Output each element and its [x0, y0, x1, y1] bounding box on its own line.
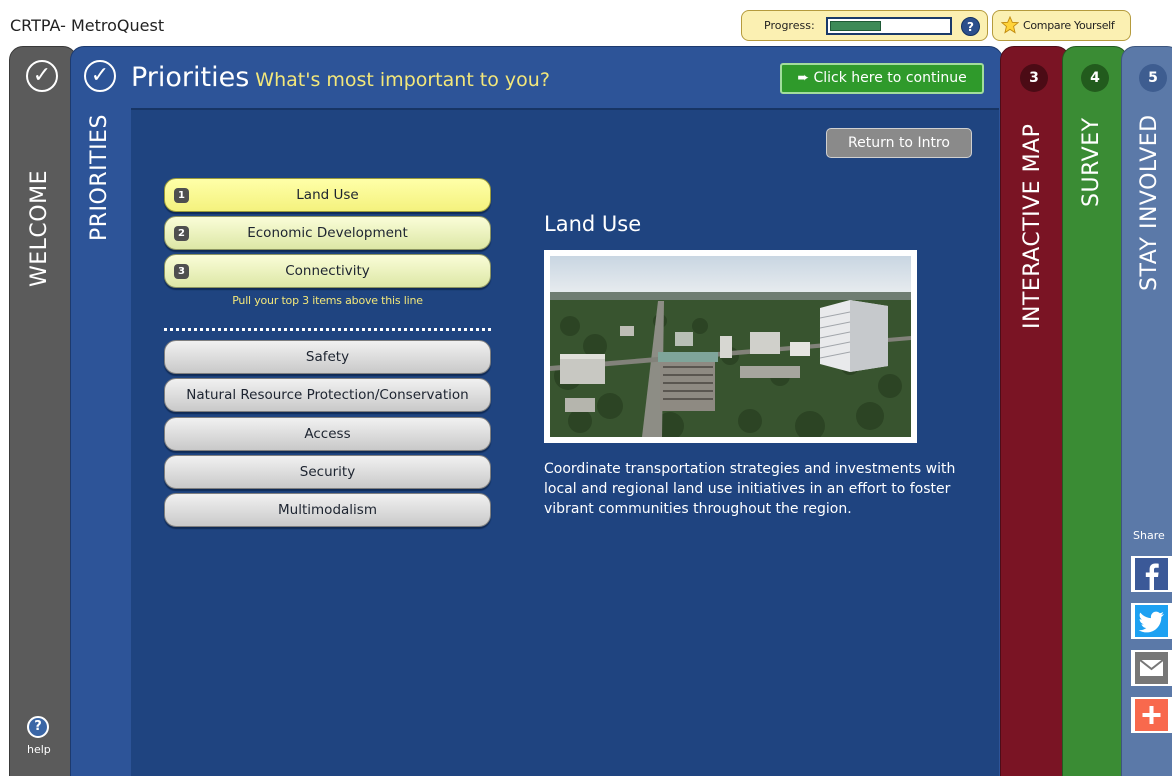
pull-note: Pull your top 3 items above this line — [232, 294, 423, 307]
tab-survey[interactable]: 4 SURVEY — [1062, 46, 1128, 776]
progress-bar — [826, 17, 952, 35]
tab-welcome[interactable]: ✓ WELCOME ? help — [9, 46, 77, 776]
facebook-share-button[interactable] — [1131, 556, 1172, 592]
priority-item-connectivity[interactable]: 3 Connectivity — [164, 254, 491, 288]
app-title: CRTPA- MetroQuest — [10, 16, 165, 35]
check-icon: ✓ — [84, 60, 116, 92]
envelope-icon — [1135, 652, 1168, 684]
aerial-city-image — [550, 256, 911, 441]
tab-interactive-map[interactable]: 3 INTERACTIVE MAP — [1000, 46, 1070, 776]
page-subtitle: What's most important to you? — [255, 69, 550, 91]
progress-widget: Progress: ? — [741, 10, 988, 41]
priority-item-land-use[interactable]: 1 Land Use — [164, 178, 491, 212]
compare-yourself-button[interactable]: Compare Yourself — [992, 10, 1131, 41]
check-icon: ✓ — [26, 60, 58, 92]
compare-yourself-label: Compare Yourself — [1023, 19, 1115, 32]
tab-stay-involved-label: STAY INVOLVED — [1137, 114, 1162, 291]
app-window: CRTPA- MetroQuest Progress: ? Compare Yo… — [0, 0, 1172, 776]
page-title: Priorities What's most important to you? — [131, 62, 550, 93]
tab-priorities-label: PRIORITIES — [87, 114, 112, 241]
help-icon[interactable]: ? — [961, 17, 980, 36]
continue-button[interactable]: ➨ Click here to continue — [780, 63, 984, 94]
share-label: Share — [1133, 529, 1165, 542]
step-number-badge: 5 — [1139, 64, 1167, 92]
continue-label: Click here to continue — [813, 70, 967, 86]
priority-item-security[interactable]: Security — [164, 455, 491, 489]
rank-badge: 2 — [174, 226, 189, 241]
top-three-divider — [164, 328, 491, 331]
detail-title: Land Use — [544, 212, 642, 236]
step-number-badge: 4 — [1081, 64, 1109, 92]
priority-item-access[interactable]: Access — [164, 417, 491, 451]
tab-survey-label: SURVEY — [1079, 117, 1104, 207]
facebook-icon — [1135, 558, 1168, 590]
detail-description: Coordinate transportation strategies and… — [544, 461, 956, 517]
priority-label: Land Use — [296, 187, 359, 203]
detail-photo — [544, 250, 917, 443]
twitter-share-button[interactable] — [1131, 603, 1172, 639]
priority-label: Connectivity — [285, 263, 370, 279]
tab-welcome-label: WELCOME — [27, 170, 52, 287]
star-icon — [1001, 16, 1019, 34]
email-share-button[interactable] — [1131, 650, 1172, 686]
priority-item-multimodalism[interactable]: Multimodalism — [164, 493, 491, 527]
priority-item-economic-development[interactable]: 2 Economic Development — [164, 216, 491, 250]
rank-badge: 1 — [174, 188, 189, 203]
tab-interactive-map-label: INTERACTIVE MAP — [1020, 123, 1045, 329]
progress-bar-fill — [830, 21, 882, 31]
plus-icon — [1135, 699, 1168, 731]
priority-item-natural-resource[interactable]: Natural Resource Protection/Conservation — [164, 378, 491, 412]
twitter-icon — [1135, 605, 1168, 637]
page-title-text: Priorities — [131, 62, 250, 93]
return-to-intro-button[interactable]: Return to Intro — [826, 128, 972, 158]
priority-item-safety[interactable]: Safety — [164, 340, 491, 374]
rank-badge: 3 — [174, 264, 189, 279]
progress-label: Progress: — [764, 19, 815, 32]
arrow-right-icon: ➨ — [797, 70, 814, 86]
more-share-button[interactable] — [1131, 697, 1172, 733]
help-label[interactable]: help — [27, 743, 51, 756]
priority-label: Economic Development — [247, 225, 408, 241]
step-number-badge: 3 — [1020, 64, 1048, 92]
help-icon[interactable]: ? — [27, 716, 49, 738]
